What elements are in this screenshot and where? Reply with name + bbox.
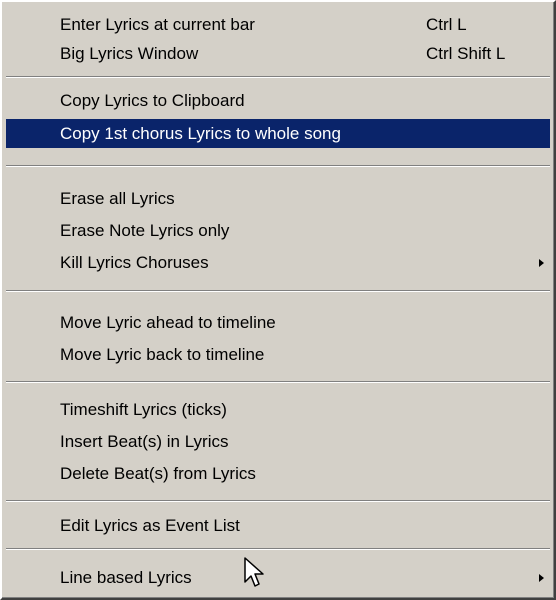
- menu-separator: [6, 381, 550, 383]
- menu-item-kill-lyrics-choruses[interactable]: Kill Lyrics Choruses: [6, 248, 550, 277]
- submenu-arrow-icon: [539, 574, 544, 582]
- menu-item-move-lyric-ahead[interactable]: Move Lyric ahead to timeline: [6, 308, 550, 337]
- menu-item-label: Kill Lyrics Choruses: [60, 253, 209, 272]
- menu-item-label: Delete Beat(s) from Lyrics: [60, 464, 256, 483]
- menu-item-erase-all-lyrics[interactable]: Erase all Lyrics: [6, 184, 550, 213]
- lyrics-context-menu: Enter Lyrics at current bar Ctrl L Big L…: [0, 0, 556, 600]
- menu-separator: [6, 76, 550, 78]
- menu-item-copy-lyrics-clipboard[interactable]: Copy Lyrics to Clipboard: [6, 86, 550, 115]
- menu-item-insert-beats[interactable]: Insert Beat(s) in Lyrics: [6, 427, 550, 456]
- menu-item-erase-note-lyrics[interactable]: Erase Note Lyrics only: [6, 216, 550, 245]
- mouse-pointer-icon: [244, 557, 264, 587]
- menu-item-delete-beats[interactable]: Delete Beat(s) from Lyrics: [6, 459, 550, 488]
- menu-separator: [6, 500, 550, 502]
- menu-item-label: Enter Lyrics at current bar: [60, 15, 255, 34]
- menu-item-label: Copy 1st chorus Lyrics to whole song: [60, 124, 341, 143]
- submenu-arrow-icon: [539, 259, 544, 267]
- menu-item-label: Insert Beat(s) in Lyrics: [60, 432, 229, 451]
- menu-item-move-lyric-back[interactable]: Move Lyric back to timeline: [6, 340, 550, 369]
- menu-item-edit-lyrics-event-list[interactable]: Edit Lyrics as Event List: [6, 511, 550, 540]
- menu-item-label: Erase Note Lyrics only: [60, 221, 230, 240]
- menu-item-shortcut: Ctrl Shift L: [426, 44, 506, 63]
- menu-item-label: Line based Lyrics: [60, 568, 192, 587]
- menu-item-label: Erase all Lyrics: [60, 189, 175, 208]
- menu-item-line-based-lyrics[interactable]: Line based Lyrics: [6, 563, 550, 592]
- menu-item-timeshift-lyrics[interactable]: Timeshift Lyrics (ticks): [6, 395, 550, 424]
- menu-item-label: Timeshift Lyrics (ticks): [60, 400, 227, 419]
- menu-item-label: Move Lyric ahead to timeline: [60, 313, 276, 332]
- menu-item-enter-lyrics[interactable]: Enter Lyrics at current bar Ctrl L: [6, 10, 550, 39]
- menu-item-shortcut: Ctrl L: [426, 15, 467, 34]
- menu-separator: [6, 165, 550, 167]
- menu-separator: [6, 290, 550, 292]
- menu-separator: [6, 548, 550, 550]
- menu-item-label: Copy Lyrics to Clipboard: [60, 91, 245, 110]
- menu-item-copy-1st-chorus[interactable]: Copy 1st chorus Lyrics to whole song: [6, 119, 550, 148]
- menu-item-label: Move Lyric back to timeline: [60, 345, 265, 364]
- menu-item-big-lyrics-window[interactable]: Big Lyrics Window Ctrl Shift L: [6, 39, 550, 68]
- menu-item-label: Big Lyrics Window: [60, 44, 199, 63]
- menu-item-label: Edit Lyrics as Event List: [60, 516, 240, 535]
